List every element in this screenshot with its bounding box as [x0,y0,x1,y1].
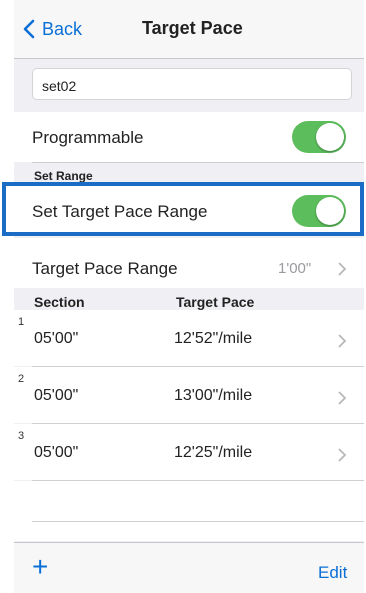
programmable-row: Programmable [14,112,364,162]
set-target-pace-range-label: Set Target Pace Range [32,202,208,221]
target-pace-column-header: Target Pace [176,294,255,310]
back-button[interactable]: Back [22,14,82,44]
phone-screen: Back Target Pace set02 Programmable Set … [14,0,364,593]
section-number: 1 [18,316,25,328]
section-number: 3 [18,430,25,442]
add-section-button[interactable]: + [32,553,48,581]
target-pace-range-row[interactable]: Target Pace Range 1'00" [14,238,364,288]
table-row[interactable]: 1 05'00" 12'52"/mile [14,310,364,366]
target-pace-range-label: Target Pace Range [32,259,178,278]
section-time: 05'00" [34,330,79,347]
chevron-right-icon [338,262,347,276]
empty-list-area [14,481,364,541]
section-header-label: Set Range [34,169,93,183]
section-pace: 12'25"/mile [174,444,253,461]
page-title: Target Pace [142,18,243,38]
section-pace: 12'52"/mile [174,330,253,347]
section-time: 05'00" [34,444,79,461]
target-pace-range-value: 1'00" [278,260,312,277]
navigation-bar: Back Target Pace [14,0,364,59]
section-pace: 13'00"/mile [174,387,253,404]
section-column-header: Section [34,294,85,310]
chevron-right-icon [338,334,347,348]
section-header-set-range: Set Range [14,163,364,185]
chevron-left-icon [23,19,35,39]
divider [32,521,364,522]
chevron-right-icon [338,448,347,462]
table-row[interactable]: 2 05'00" 13'00"/mile [14,367,364,423]
toggle-knob [316,123,344,151]
chevron-right-icon [338,391,347,405]
bottom-toolbar: + Edit [14,542,364,593]
back-label: Back [42,18,83,39]
set-target-pace-range-row: Set Target Pace Range [14,185,364,235]
section-number: 2 [18,373,25,385]
set-target-pace-range-toggle[interactable] [292,195,346,227]
section-time: 05'00" [34,387,79,404]
set-name-field[interactable]: set02 [32,68,352,100]
programmable-label: Programmable [32,128,144,147]
table-row[interactable]: 3 05'00" 12'25"/mile [14,424,364,480]
table-header: Section Target Pace [14,288,364,310]
edit-button[interactable]: Edit [318,563,347,583]
programmable-toggle[interactable] [292,121,346,153]
toggle-knob [316,197,344,225]
